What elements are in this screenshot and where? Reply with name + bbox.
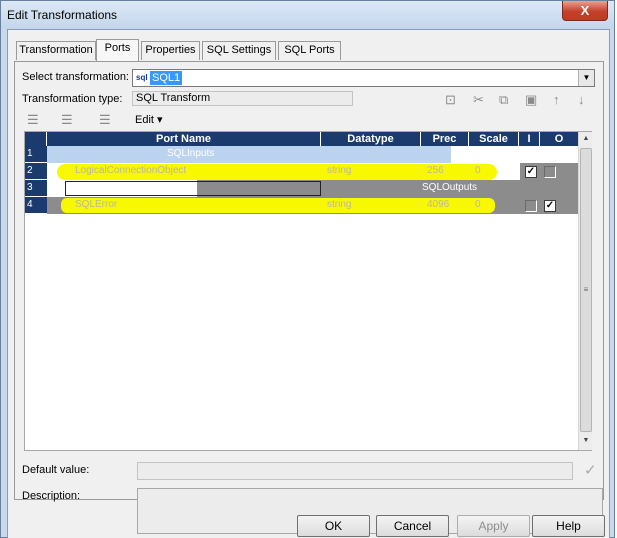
select-transformation-combo[interactable]: sql SQL1 ▼ <box>132 69 595 87</box>
paste-icon[interactable]: ▣ <box>525 92 537 108</box>
group-name: SQLOutputs <box>422 182 478 193</box>
tab-sql-settings[interactable]: SQL Settings <box>202 41 276 60</box>
row-number[interactable]: 4 <box>25 197 47 214</box>
add-input-port-icon[interactable]: ☰ <box>27 112 39 128</box>
ok-button[interactable]: OK <box>297 515 370 537</box>
close-button[interactable]: X <box>562 1 608 21</box>
move-down-icon[interactable]: ↓ <box>578 92 585 107</box>
tab-sql-ports[interactable]: SQL Ports <box>278 41 341 60</box>
dialog-body: Transformation Ports Properties SQL Sett… <box>7 29 610 538</box>
group-row-sqlinputs[interactable]: SQLInputs <box>47 146 578 163</box>
grid-scrollbar[interactable]: ▲ ≡ ▼ <box>578 132 592 450</box>
port-name-cell[interactable]: SQLError <box>70 197 117 214</box>
transformation-type-label: Transformation type: <box>22 93 123 105</box>
group-name: SQLInputs <box>167 148 215 159</box>
port-name-cell[interactable]: LogicalConnectionObject <box>70 163 186 180</box>
add-group-icon[interactable]: ☰ <box>99 112 111 128</box>
table-row[interactable]: LogicalConnectionObject string 256 0 ✓ <box>47 163 578 180</box>
transformation-type-field: SQL Transform <box>132 91 353 106</box>
row-number[interactable]: 3 <box>25 180 47 197</box>
scroll-thumb[interactable]: ≡ <box>580 148 592 432</box>
select-transformation-label: Select transformation: <box>22 71 129 83</box>
column-header-prec[interactable]: Prec <box>421 132 469 146</box>
apply-button[interactable]: Apply <box>457 515 530 537</box>
help-button[interactable]: Help <box>532 515 605 537</box>
column-header-input[interactable]: I <box>519 132 540 146</box>
select-transformation-value: SQL1 <box>150 71 183 85</box>
edit-menu-label: Edit <box>135 114 154 126</box>
column-header-scale[interactable]: Scale <box>469 132 519 146</box>
tab-transformation[interactable]: Transformation <box>16 41 96 60</box>
scroll-up-arrow-icon[interactable]: ▲ <box>579 132 593 146</box>
table-row[interactable]: SQLError string 4096 0 ✓ <box>47 197 578 214</box>
row-number[interactable]: 1 <box>25 146 47 163</box>
default-value-field[interactable] <box>137 462 573 480</box>
scroll-down-arrow-icon[interactable]: ▼ <box>579 434 593 448</box>
scale-cell[interactable]: 0 <box>470 163 481 180</box>
output-checkbox[interactable]: ✓ <box>544 200 556 212</box>
tab-properties[interactable]: Properties <box>141 41 200 60</box>
scale-cell[interactable]: 0 <box>470 197 481 214</box>
chevron-down-icon[interactable]: ▼ <box>578 70 594 86</box>
edit-transformations-window: Edit Transformations X Transformation Po… <box>0 0 615 538</box>
column-header-output[interactable]: O <box>540 132 578 146</box>
description-label: Description: <box>22 490 81 502</box>
prec-cell[interactable]: 4096 <box>422 197 449 214</box>
new-port-icon[interactable]: ⊡ <box>445 92 456 108</box>
add-output-port-icon[interactable]: ☰ <box>61 112 73 128</box>
input-checkbox[interactable] <box>525 200 537 212</box>
chevron-down-icon: ▾ <box>157 114 163 126</box>
move-up-icon[interactable]: ↑ <box>553 92 560 107</box>
column-header-datatype[interactable]: Datatype <box>321 132 421 146</box>
cut-icon[interactable]: ✂ <box>473 92 484 108</box>
grid-header: Port Name Datatype Prec Scale I O <box>25 132 578 146</box>
group-row-sqloutputs[interactable]: SQLOutputs <box>47 180 578 197</box>
datatype-cell[interactable]: string <box>322 163 351 180</box>
datatype-cell[interactable]: string <box>322 197 351 214</box>
edit-menu-button[interactable]: Edit ▾ <box>135 113 163 126</box>
window-title: Edit Transformations <box>7 8 118 22</box>
ports-grid[interactable]: Port Name Datatype Prec Scale I O 1 SQLI… <box>24 131 592 451</box>
row-number[interactable]: 2 <box>25 163 47 180</box>
row-header-corner <box>25 132 47 146</box>
prec-cell[interactable]: 256 <box>422 163 444 180</box>
cancel-button[interactable]: Cancel <box>376 515 449 537</box>
validate-check-icon[interactable]: ✓ <box>584 461 597 479</box>
output-checkbox[interactable] <box>544 166 556 178</box>
sql-icon: sql <box>136 73 148 82</box>
input-checkbox[interactable]: ✓ <box>525 166 537 178</box>
copy-icon[interactable]: ⧉ <box>499 92 508 108</box>
title-bar: Edit Transformations X <box>1 1 614 29</box>
column-header-port-name[interactable]: Port Name <box>47 132 321 146</box>
default-value-label: Default value: <box>22 464 90 476</box>
tab-ports[interactable]: Ports <box>96 39 139 61</box>
ports-panel: Select transformation: sql SQL1 ▼ Transf… <box>14 61 604 534</box>
